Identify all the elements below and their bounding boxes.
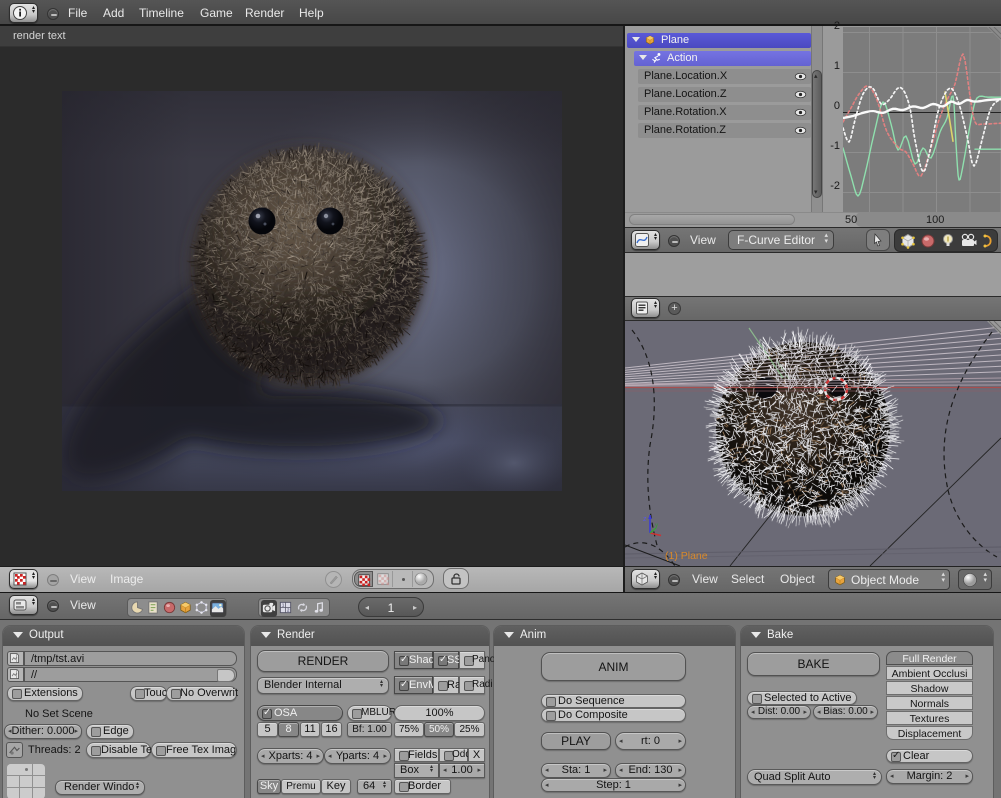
svg-text:2: 2 [287, 608, 290, 613]
svg-text:1: 1 [282, 603, 285, 608]
svg-text:(1) Plane: (1) Plane [665, 550, 708, 562]
svg-text:z: z [643, 516, 647, 523]
svg-text:y: y [655, 523, 658, 529]
